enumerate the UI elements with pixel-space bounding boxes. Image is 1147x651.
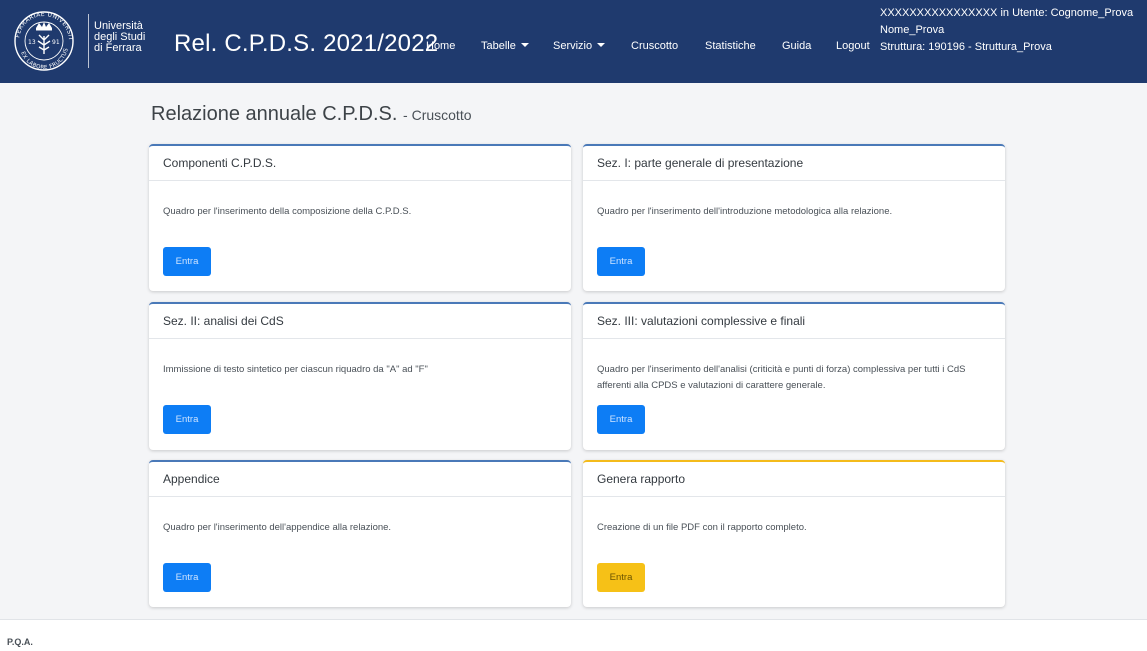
card-componenti: Componenti C.P.D.S. Quadro per l'inserim… <box>149 144 571 291</box>
nav-cruscotto[interactable]: Cruscotto <box>631 40 678 52</box>
entra-button[interactable]: Entra <box>163 247 211 276</box>
card-genera-rapporto: Genera rapporto Creazione di un file PDF… <box>583 460 1005 607</box>
entra-button[interactable]: Entra <box>597 405 645 434</box>
card-text: Quadro per l'inserimento dell'analisi (c… <box>597 364 966 391</box>
card-appendice: Appendice Quadro per l'inserimento dell'… <box>149 460 571 607</box>
nav-logout[interactable]: Logout <box>836 40 870 52</box>
caret-down-icon <box>520 43 529 47</box>
svg-text:13: 13 <box>28 39 36 46</box>
user-account-line: XXXXXXXXXXXXXXXX in Utente: Cognome_Prov… <box>880 7 1134 19</box>
entra-button[interactable]: Entra <box>163 405 211 434</box>
logo-divider <box>88 14 89 68</box>
card-header: Componenti C.P.D.S. <box>149 146 571 181</box>
page-title: Relazione annuale C.P.D.S. - Cruscotto <box>151 103 472 126</box>
card-header: Sez. II: analisi dei CdS <box>149 304 571 339</box>
nav-servizio-dropdown[interactable]: Servizio <box>553 40 606 52</box>
page-title-main: Relazione annuale C.P.D.S. <box>151 103 398 125</box>
nav-guida[interactable]: Guida <box>782 40 811 52</box>
entra-button[interactable]: Entra <box>597 563 645 592</box>
university-name-line3: di Ferrara <box>94 42 142 54</box>
card-header: Genera rapporto <box>583 462 1005 497</box>
user-structure-line: Struttura: 190196 - Struttura_Prova <box>880 41 1052 53</box>
nav-tabelle-label: Tabelle <box>481 40 516 52</box>
nav-statistiche[interactable]: Statistiche <box>705 40 756 52</box>
nav-tabelle-dropdown[interactable]: Tabelle <box>481 40 529 52</box>
card-text: Immissione di testo sintetico per ciascu… <box>163 364 428 375</box>
university-seal-icon[interactable]: FERRARIAE UNIVERSITAS EX LABORE FRUCTUS … <box>6 10 82 72</box>
footer-text: P.Q.A. <box>7 637 33 647</box>
nav-servizio-label: Servizio <box>553 40 593 52</box>
card-text: Quadro per l'inserimento dell'introduzio… <box>597 206 893 217</box>
entra-button[interactable]: Entra <box>163 563 211 592</box>
card-sez-ii: Sez. II: analisi dei CdS Immissione di t… <box>149 302 571 450</box>
svg-text:91: 91 <box>52 39 60 46</box>
caret-down-icon <box>597 43 606 47</box>
card-text: Quadro per l'inserimento della composizi… <box>163 206 412 217</box>
nav-home[interactable]: Home <box>426 40 455 52</box>
card-sez-i: Sez. I: parte generale di presentazione … <box>583 144 1005 291</box>
app-brand[interactable]: Rel. C.P.D.S. 2021/2022 <box>174 30 438 58</box>
top-navbar: FERRARIAE UNIVERSITAS EX LABORE FRUCTUS … <box>0 0 1147 83</box>
card-sez-iii: Sez. III: valutazioni complessive e fina… <box>583 302 1005 450</box>
university-name[interactable]: Università degli Studi di Ferrara <box>94 21 145 54</box>
entra-button[interactable]: Entra <box>597 247 645 276</box>
user-name-line: Nome_Prova <box>880 24 945 36</box>
card-text: Quadro per l'inserimento dell'appendice … <box>163 522 392 533</box>
card-header: Sez. III: valutazioni complessive e fina… <box>583 304 1005 339</box>
card-header: Sez. I: parte generale di presentazione <box>583 146 1005 181</box>
footer: P.Q.A. <box>0 619 1147 651</box>
page-title-sub: - Cruscotto <box>403 107 472 123</box>
card-header: Appendice <box>149 462 571 497</box>
card-text: Creazione di un file PDF con il rapporto… <box>597 522 807 533</box>
